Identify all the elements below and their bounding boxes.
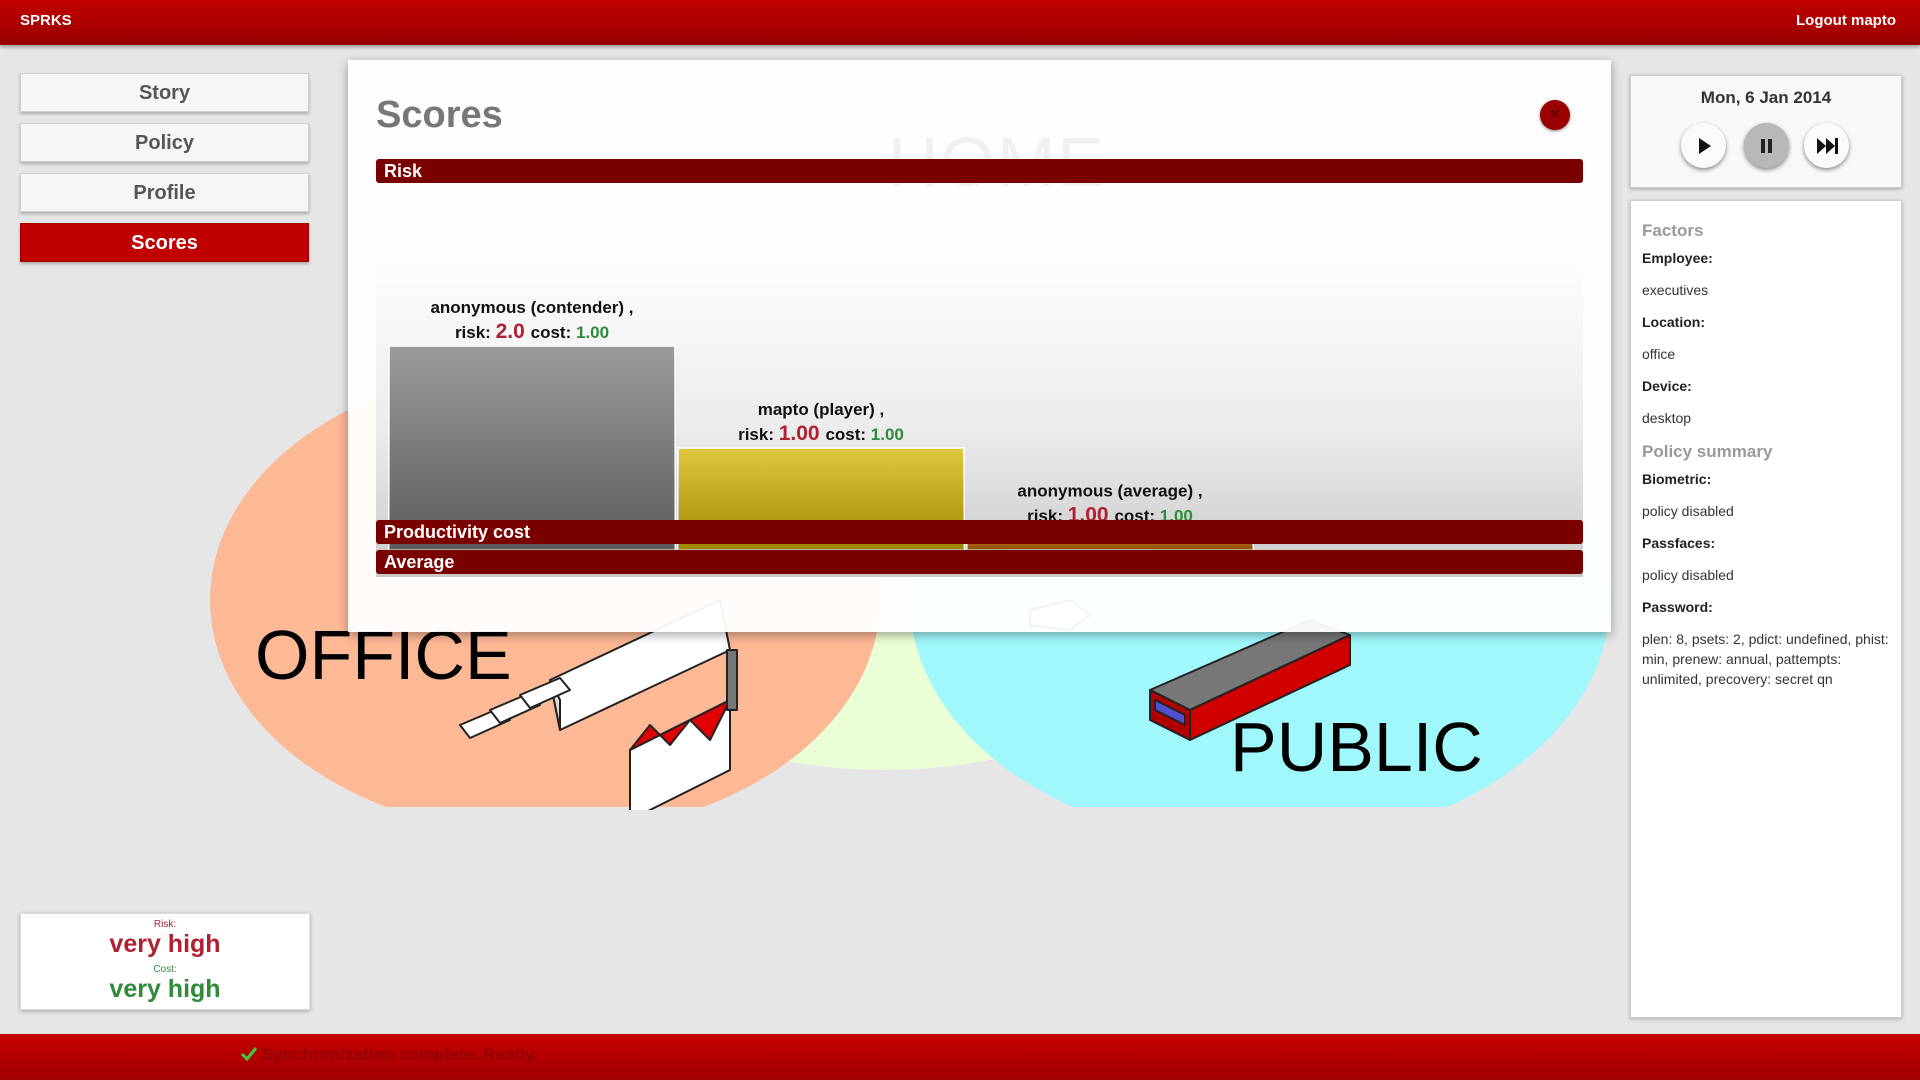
policy-value: plen: 8, psets: 2, pdict: undefined, phi… (1642, 631, 1889, 687)
factor-value: office (1642, 346, 1676, 362)
factor-key: Location: (1642, 314, 1705, 330)
top-bar: SPRKS Logout mapto (0, 0, 1920, 45)
pause-icon (1761, 139, 1772, 153)
pause-button[interactable] (1744, 123, 1789, 168)
factor-key: Device: (1642, 378, 1692, 394)
risk-label: Risk: (153, 919, 177, 930)
cost-value: very high (109, 975, 221, 1003)
check-icon (240, 1047, 258, 1062)
factor-key: Employee: (1642, 250, 1713, 266)
risk-value: very high (109, 930, 221, 958)
fast-forward-button[interactable] (1804, 123, 1849, 168)
logout-link[interactable]: Logout mapto (1796, 12, 1896, 29)
policy-value: policy disabled (1642, 503, 1734, 519)
bar-player-name: mapto (player) , (758, 400, 885, 419)
policy-value: policy disabled (1642, 567, 1734, 583)
policy-key: Passfaces: (1642, 535, 1716, 551)
modal-title: Scores (376, 94, 503, 136)
nav-story-button[interactable]: Story (20, 73, 309, 112)
bar-player-name: anonymous (contender) , (430, 298, 633, 317)
bar-risk-cost: risk: 1.00 cost: 1.00 (738, 422, 904, 445)
play-icon (1699, 138, 1711, 154)
current-date: Mon, 6 Jan 2014 (1700, 88, 1832, 107)
factor-value: executives (1642, 282, 1709, 298)
bar-player-name: anonymous (average) , (1017, 482, 1202, 501)
nav-policy-button[interactable]: Policy (20, 123, 309, 162)
risk-section-header[interactable]: Risk (376, 159, 1583, 183)
factor-value: desktop (1642, 410, 1692, 426)
scores-modal: HOME Scores ✕ Risk anonymous (contender)… (348, 60, 1611, 632)
policy-key: Biometric: (1642, 471, 1712, 487)
public-label: PUBLIC (1230, 708, 1483, 786)
average-section-header[interactable]: Average (376, 550, 1583, 574)
bar-risk-cost: risk: 2.0 cost: 1.00 (455, 320, 609, 343)
productivity-section-header[interactable]: Productivity cost (376, 520, 1583, 544)
factors-heading: Factors (1642, 221, 1704, 240)
policy-summary-heading: Policy summary (1642, 442, 1773, 461)
fast-forward-icon (1817, 138, 1838, 154)
clock-panel: Mon, 6 Jan 2014 (1630, 75, 1902, 188)
status-message: Synchronization complete. Ready. (262, 1045, 538, 1064)
status-bar: Synchronization complete. Ready. (0, 1034, 1920, 1080)
close-icon[interactable]: ✕ (1540, 100, 1570, 130)
cost-label: Cost: (153, 964, 177, 975)
policy-key: Password: (1642, 599, 1713, 615)
play-button[interactable] (1681, 123, 1726, 168)
factors-panel: Factors Employee: executives Location: o… (1630, 200, 1902, 1018)
brand-logo[interactable]: SPRKS (20, 12, 72, 29)
risk-cost-summary: Risk: very high Cost: very high (20, 913, 310, 1010)
